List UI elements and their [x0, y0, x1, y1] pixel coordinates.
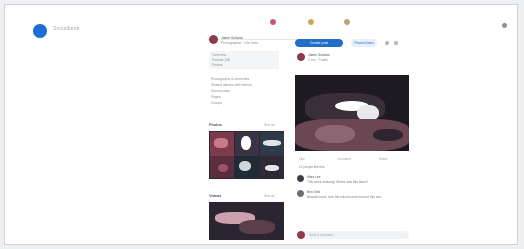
profile-menu-box: Overview Friends 128 Photos	[209, 51, 279, 69]
link-shared-albums[interactable]: Shared albums with friends	[211, 83, 252, 87]
brand-name: Socialbook	[53, 26, 80, 32]
photos-section-title: Photos	[209, 123, 222, 127]
reaction-summary[interactable]: 12 people like this	[299, 165, 325, 169]
photos-grid	[209, 131, 284, 179]
comment-button[interactable]: Comment	[337, 157, 351, 161]
notifications-icon[interactable]	[308, 19, 314, 25]
settings-icon[interactable]	[502, 23, 507, 28]
news-feed: Create post Photo/Video Jaime Sultana 2 …	[295, 35, 415, 243]
profile-subtitle: Photographer · Life lover	[221, 41, 259, 45]
photo-video-button[interactable]: Photo/Video	[351, 39, 377, 47]
profile-name[interactable]: Jaime Sultana	[221, 36, 243, 40]
photo-thumb[interactable]	[260, 156, 284, 178]
profile-avatar[interactable]	[209, 35, 218, 44]
menu-overview[interactable]: Overview	[212, 53, 226, 57]
link-saved-posts[interactable]: Saved posts	[211, 89, 230, 93]
home-icon[interactable]	[270, 19, 276, 25]
comment-input-box[interactable]: Write a comment...	[297, 231, 409, 239]
comment-text: Beautiful shot, love the colours and moo…	[307, 195, 382, 199]
photo-thumb[interactable]	[235, 132, 259, 156]
photo-thumb[interactable]	[235, 156, 259, 178]
link-photographs[interactable]: Photographs & memories	[211, 77, 249, 81]
brand-logo-icon[interactable]	[33, 24, 47, 38]
tag-icon[interactable]	[385, 41, 389, 45]
videos-section-title: Videos	[209, 194, 222, 198]
profile-sidebar: Jaime Sultana Photographer · Life lover …	[209, 35, 287, 243]
create-post-button[interactable]: Create post	[295, 39, 343, 47]
comment-author[interactable]: Ben Ortiz	[307, 190, 320, 194]
app-window: Socialbook Jaime Sultana Photographer · …	[4, 4, 518, 245]
videos-see-all-link[interactable]: See all	[264, 194, 274, 198]
comment-avatar[interactable]	[297, 175, 304, 182]
current-user-avatar	[297, 231, 305, 239]
photos-see-all-link[interactable]: See all	[264, 123, 274, 127]
post-author-avatar[interactable]	[297, 53, 305, 61]
more-icon[interactable]	[394, 41, 398, 45]
comment-author[interactable]: Mara Lee	[307, 175, 320, 179]
photo-thumb[interactable]	[210, 132, 234, 156]
photo-thumb[interactable]	[260, 132, 284, 156]
post-image[interactable]	[295, 75, 409, 151]
messages-icon[interactable]	[344, 19, 350, 25]
post-author-name[interactable]: Jaime Sultana	[308, 53, 330, 57]
photo-thumb[interactable]	[210, 156, 234, 178]
menu-photos[interactable]: Photos	[212, 63, 223, 67]
comment-input-placeholder: Write a comment...	[309, 233, 336, 237]
menu-friends[interactable]: Friends 128	[212, 58, 230, 62]
post-meta: 2 hrs · Public	[308, 58, 328, 62]
video-thumbnail[interactable]	[209, 202, 284, 240]
link-pages[interactable]: Pages	[211, 95, 221, 99]
share-button[interactable]: Share	[379, 157, 388, 161]
like-button[interactable]: Like	[299, 157, 305, 161]
link-groups[interactable]: Groups	[211, 101, 222, 105]
comment-avatar[interactable]	[297, 190, 304, 197]
comment-text: This looks amazing! Where was this taken…	[307, 180, 369, 184]
